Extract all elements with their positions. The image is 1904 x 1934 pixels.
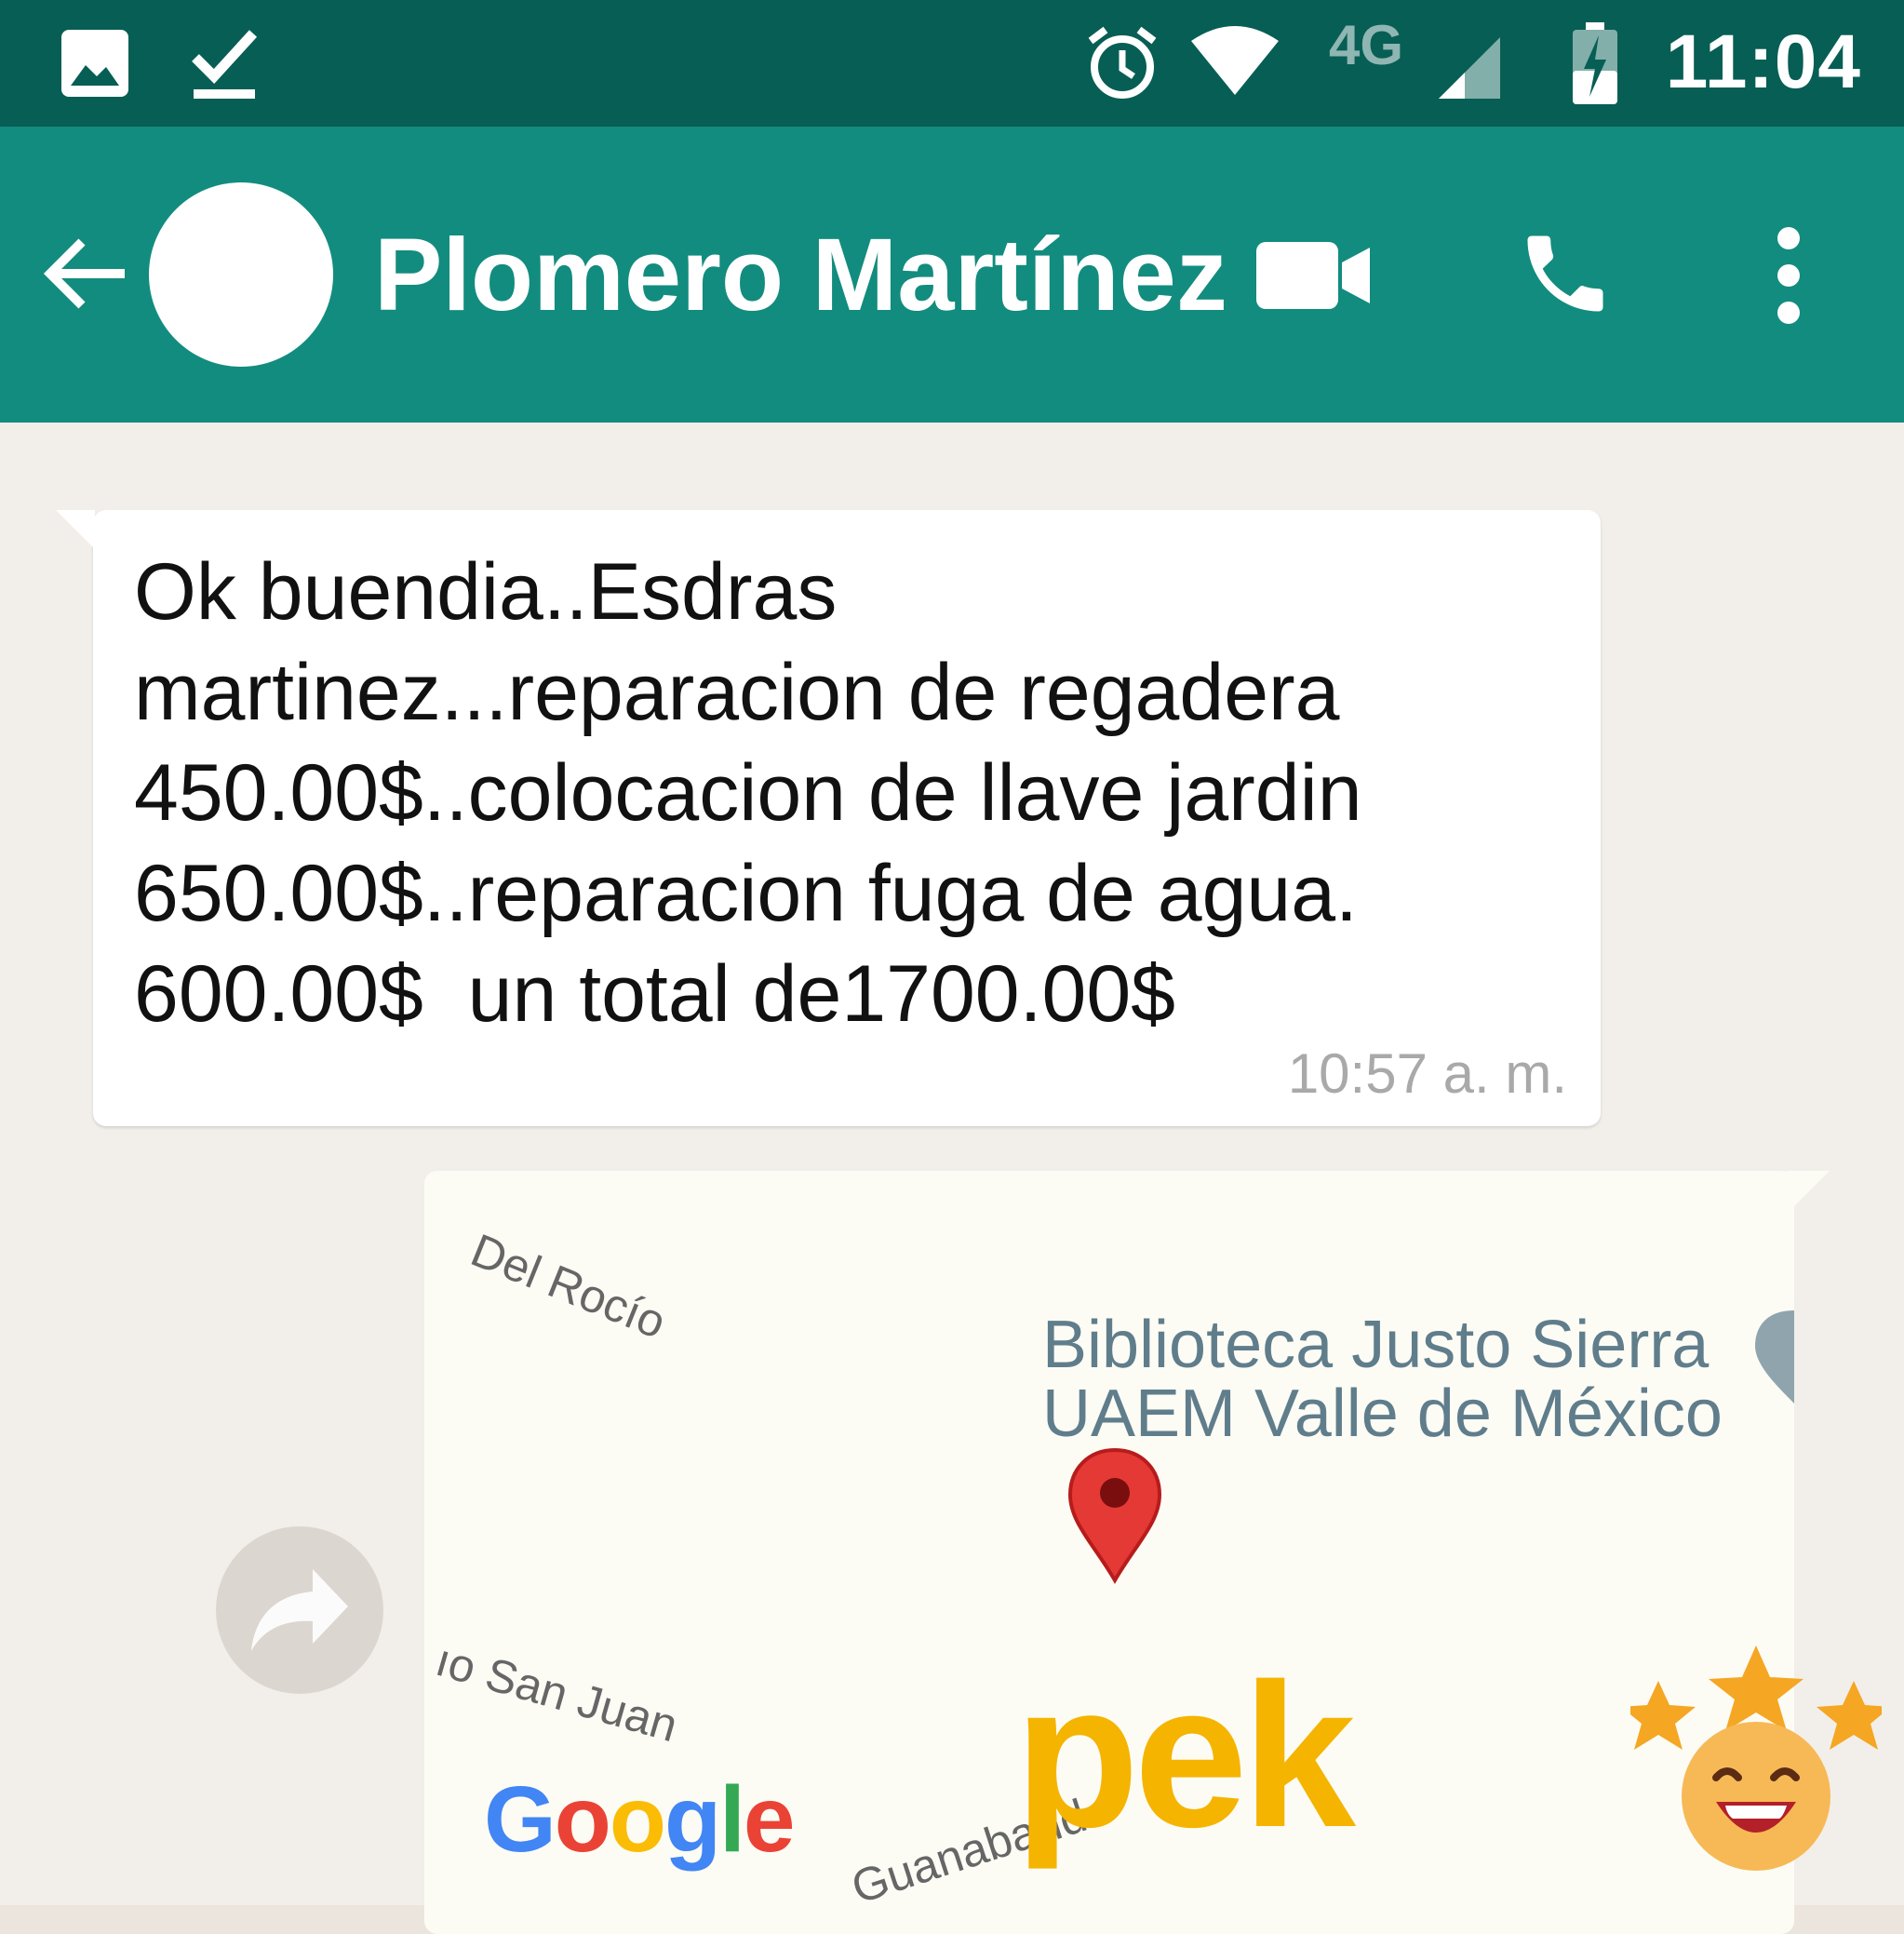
google-letter: G bbox=[484, 1767, 556, 1872]
google-letter: l bbox=[719, 1767, 745, 1872]
battery-charging-icon bbox=[1573, 22, 1617, 104]
google-letter: e bbox=[743, 1767, 796, 1872]
message-line: martinez...reparacion de regadera bbox=[134, 648, 1340, 737]
phone-icon[interactable] bbox=[1515, 223, 1616, 324]
message-line: 650.00$..reparacion fuga de agua. bbox=[134, 849, 1358, 938]
google-letter: g bbox=[664, 1767, 721, 1872]
mascot-emoji-icon bbox=[1630, 1645, 1882, 1871]
status-bar: 4G 11:04 bbox=[0, 0, 1904, 127]
wifi-icon bbox=[1191, 26, 1279, 95]
network-type: 4G bbox=[1329, 14, 1404, 76]
chat-header: Plomero Martínez bbox=[0, 127, 1904, 423]
download-done-icon bbox=[192, 30, 257, 99]
message-line: 600.00$ un total de1700.00$ bbox=[134, 949, 1176, 1039]
map-street-label: Del Rocío bbox=[463, 1223, 674, 1350]
google-letter: o bbox=[554, 1767, 611, 1872]
message-line: 450.00$..colocacion de llave jardin bbox=[134, 748, 1362, 838]
poi-line: Biblioteca Justo Sierra bbox=[1042, 1308, 1710, 1382]
location-pin-icon bbox=[1067, 1447, 1162, 1584]
signal-icon bbox=[1439, 37, 1500, 99]
message-text: Ok buendia..Esdras martinez...reparacion… bbox=[134, 542, 1586, 1044]
message-line: Ok buendia..Esdras bbox=[134, 547, 838, 637]
message-time: 10:57 a. m. bbox=[1287, 1042, 1567, 1105]
forward-icon bbox=[251, 1569, 348, 1651]
google-letter: o bbox=[609, 1767, 666, 1872]
poi-line: UAEM Valle de México bbox=[1042, 1377, 1723, 1451]
back-arrow-icon[interactable] bbox=[41, 229, 130, 318]
chat-area: Ok buendia..Esdras martinez...reparacion… bbox=[0, 423, 1904, 1934]
bubble-tail bbox=[1787, 1171, 1830, 1214]
incoming-message[interactable]: Ok buendia..Esdras martinez...reparacion… bbox=[56, 510, 1601, 1126]
map-poi-label: Biblioteca Justo Sierra UAEM Valle de Mé… bbox=[1042, 1310, 1723, 1448]
more-vert-icon[interactable] bbox=[1768, 225, 1809, 326]
gallery-icon bbox=[61, 30, 128, 97]
google-logo: Google bbox=[484, 1766, 796, 1874]
avatar[interactable] bbox=[149, 182, 333, 367]
clock: 11:04 bbox=[1665, 20, 1861, 104]
watermark-logo: pek bbox=[1014, 1641, 1356, 1870]
map-street-label: ıo San Juan bbox=[430, 1632, 684, 1753]
forward-button[interactable] bbox=[216, 1526, 383, 1694]
contact-name[interactable]: Plomero Martínez bbox=[374, 216, 1227, 334]
video-call-icon[interactable] bbox=[1256, 238, 1370, 313]
poi-marker-icon bbox=[1755, 1310, 1794, 1403]
alarm-icon bbox=[1088, 26, 1157, 99]
